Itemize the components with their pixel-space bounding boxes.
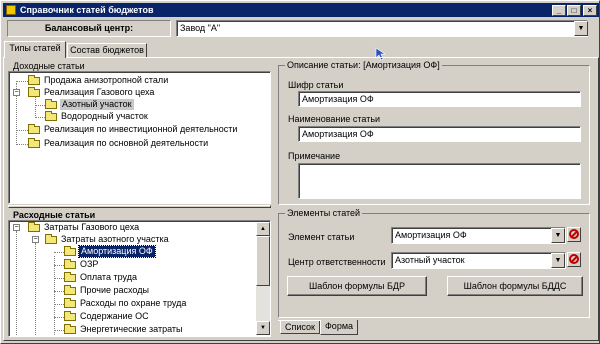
title-bar[interactable]: Справочник статей бюджетов _ □ × [3,3,599,17]
app-icon [6,5,16,15]
income-group-title: Доходные статьи [13,61,85,71]
tab-form[interactable]: Форма [320,320,358,335]
folder-icon [64,298,76,308]
name-field[interactable]: Амортизация ОФ [298,126,581,142]
tab-budget-composition[interactable]: Состав бюджетов [67,43,147,57]
folder-icon [45,111,57,121]
tab-list[interactable]: Список [280,321,320,334]
folder-icon [64,311,76,321]
responsibility-center-select[interactable]: Азотный участок [391,252,566,269]
budget-items-window: Справочник статей бюджетов _ □ × Балансо… [0,0,600,344]
folder-icon [45,234,57,244]
scroll-down-icon[interactable]: ▼ [256,321,270,335]
window-title: Справочник статей бюджетов [20,5,154,15]
close-icon[interactable]: × [583,5,597,16]
balance-center-label: Балансовый центр: [7,20,171,37]
element-select[interactable]: Амортизация ОФ [391,227,566,244]
note-label: Примечание [288,151,341,161]
note-field[interactable] [298,163,581,199]
bdr-template-button[interactable]: Шаблон формулы БДР [287,276,427,296]
elements-group-title: Элементы статей [285,208,363,218]
chevron-down-icon[interactable]: ▼ [574,21,588,36]
folder-icon [28,87,40,97]
minimize-icon[interactable]: _ [552,5,566,16]
clear-icon[interactable] [567,252,581,267]
collapse-icon[interactable]: − [13,89,20,96]
name-label: Наименование статьи [288,114,381,124]
chevron-down-icon[interactable]: ▼ [551,253,565,268]
folder-icon [28,75,40,85]
bdds-template-button[interactable]: Шаблон формулы БДДС [447,276,583,296]
responsibility-center-label: Центр ответственности [288,257,386,267]
expense-group-title: Расходные статьи [13,210,96,220]
folder-icon [28,222,40,232]
scroll-up-icon[interactable]: ▲ [256,222,270,236]
collapse-icon[interactable]: − [32,236,39,243]
code-label: Шифр статьи [288,80,344,90]
splitter[interactable] [8,205,271,208]
folder-icon [45,99,57,109]
tab-item-types[interactable]: Типы статей [4,41,66,58]
folder-icon [28,138,40,148]
income-tree[interactable]: Продажа анизотропной стали − Реализация … [8,71,271,204]
expense-tree[interactable]: − Затраты Газового цеха − Затраты азотно… [8,220,271,337]
tree-scrollbar[interactable]: ▲ ▼ [256,222,270,335]
clear-icon[interactable] [567,227,581,242]
code-field[interactable]: Амортизация ОФ [298,91,581,107]
folder-icon [64,285,76,295]
scroll-thumb[interactable] [256,236,270,286]
folder-icon [64,324,76,334]
folder-icon [64,272,76,282]
balance-center-select[interactable]: Завод "А" [176,20,588,37]
folder-icon [64,259,76,269]
folder-icon [64,246,76,256]
maximize-icon[interactable]: □ [567,5,581,16]
element-label: Элемент статьи [288,232,355,242]
collapse-icon[interactable]: − [13,224,20,231]
description-group-title: Описание статьи: [Амортизация ОФ] [285,60,442,70]
folder-icon [28,124,40,134]
chevron-down-icon[interactable]: ▼ [551,228,565,243]
